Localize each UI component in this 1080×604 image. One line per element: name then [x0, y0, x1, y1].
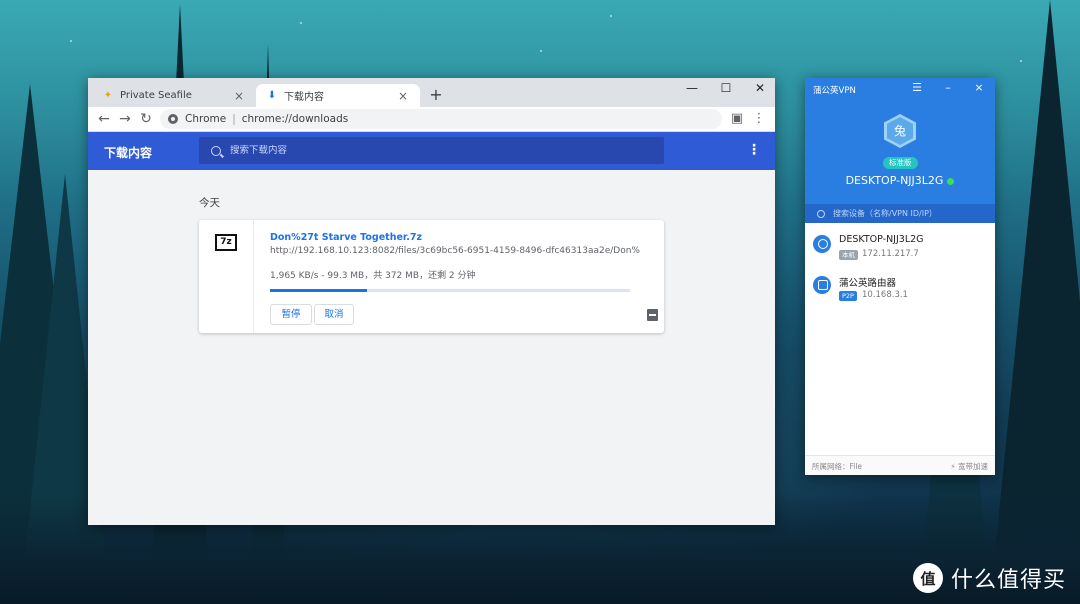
address-url: chrome://downloads: [241, 113, 349, 125]
vpn-footer: 所属网络：File ⚡ 宽带加速: [805, 455, 995, 475]
chrome-window: ✦ Private Seafile × ⬇ 下载内容 × + — ☐ ✕ ← →…: [88, 78, 775, 525]
address-bar[interactable]: Chrome | chrome://downloads: [160, 109, 722, 129]
vpn-search[interactable]: [805, 204, 995, 223]
more-options-icon[interactable]: ⋮: [747, 142, 761, 158]
device-ip: 10.168.3.1: [862, 290, 908, 300]
accel-label: 宽带加速: [958, 462, 988, 471]
menu-icon[interactable]: ⋮: [750, 109, 768, 129]
minimize-button[interactable]: –: [940, 81, 956, 94]
vpn-window: 蒲公英VPN ☰ – × 兔 标准版 DESKTOP-NJJ3L2G DESKT…: [805, 78, 995, 475]
device-name: DESKTOP-NJJ3L2G: [845, 174, 944, 187]
device-name: DESKTOP-NJJ3L2G: [839, 234, 924, 245]
download-progress-bar: [270, 289, 630, 292]
current-device: DESKTOP-NJJ3L2G: [805, 174, 995, 187]
back-icon[interactable]: ←: [94, 109, 114, 129]
progress-fill: [270, 289, 368, 292]
seafile-icon: ✦: [103, 90, 113, 101]
new-tab-button[interactable]: +: [426, 84, 446, 106]
forward-icon[interactable]: →: [115, 109, 135, 129]
page-title: 下载内容: [104, 146, 153, 160]
search-icon: [817, 209, 825, 218]
device-search-input[interactable]: [833, 209, 983, 218]
network-label: 所属网络：File: [812, 462, 863, 471]
minimize-button[interactable]: —: [675, 78, 709, 98]
smzdm-logo-icon: [912, 563, 943, 593]
file-name-link[interactable]: Don%27t Starve Together.7z: [270, 232, 422, 243]
watermark-text: 什么值得买: [950, 568, 1066, 593]
search-input[interactable]: [230, 145, 630, 156]
address-separator: |: [232, 113, 236, 125]
star: [610, 15, 612, 17]
broadband-accel-button[interactable]: ⚡ 宽带加速: [950, 461, 988, 472]
close-tab-icon[interactable]: ×: [232, 89, 246, 103]
download-item: 7z Don%27t Starve Together.7z http://192…: [199, 220, 664, 333]
file-url[interactable]: http://192.168.10.123:8082/files/3c69bc5…: [270, 246, 640, 256]
address-site: Chrome: [185, 113, 227, 125]
browser-toolbar: ← → ↻ Chrome | chrome://downloads ▣ ⋮: [88, 107, 775, 132]
device-ip: 172.11.217.7: [862, 249, 919, 259]
hamburger-menu-icon[interactable]: ☰: [909, 81, 925, 94]
router-icon: [813, 276, 831, 294]
downloads-header: 下载内容 ⋮: [88, 132, 775, 170]
date-label: 今天: [199, 197, 220, 209]
device-name: 蒲公英路由器: [839, 278, 897, 289]
downloads-search[interactable]: [199, 137, 664, 164]
device-list-item[interactable]: 蒲公英路由器 P2P 10.168.3.1: [805, 268, 995, 308]
tab-private-seafile[interactable]: ✦ Private Seafile ×: [92, 84, 256, 107]
download-icon: ⬇: [267, 90, 277, 101]
computer-icon: [813, 235, 831, 253]
close-button[interactable]: ×: [971, 81, 987, 94]
vpn-title: 蒲公英VPN: [813, 86, 856, 96]
pause-button[interactable]: 暂停: [270, 304, 312, 325]
star: [300, 22, 302, 24]
online-status-icon: [947, 177, 955, 185]
chrome-page-icon: [168, 114, 178, 124]
plan-badge: 标准版: [883, 157, 918, 169]
maximize-button[interactable]: ☐: [709, 78, 743, 98]
star: [540, 50, 542, 52]
downloads-page: 下载内容 ⋮ 今天 7z Don%27t Starve Together.7z …: [88, 132, 775, 525]
archive-icon[interactable]: [647, 309, 658, 321]
close-tab-icon[interactable]: ×: [396, 89, 410, 103]
device-tag: P2P: [839, 291, 857, 301]
vpn-header: 蒲公英VPN ☰ – × 兔 标准版 DESKTOP-NJJ3L2G: [805, 78, 995, 204]
search-icon: [211, 145, 221, 156]
file-icon-column: 7z: [199, 220, 254, 333]
watermark: 什么值得买: [912, 562, 1066, 594]
device-tag: 本机: [839, 250, 858, 260]
tab-label: Private Seafile: [120, 90, 192, 101]
download-status: 1,965 KB/s - 99.3 MB，共 372 MB，还剩 2 分钟: [270, 271, 476, 281]
tab-downloads[interactable]: ⬇ 下载内容 ×: [256, 84, 420, 107]
tab-strip: ✦ Private Seafile × ⬇ 下载内容 × + — ☐ ✕: [88, 78, 775, 107]
close-window-button[interactable]: ✕: [743, 78, 775, 98]
profile-icon[interactable]: ▣: [728, 109, 746, 129]
cancel-button[interactable]: 取消: [314, 304, 354, 325]
reload-icon[interactable]: ↻: [136, 109, 156, 129]
device-list-item[interactable]: DESKTOP-NJJ3L2G 本机 172.11.217.7: [805, 227, 995, 267]
star: [70, 40, 72, 42]
7z-file-icon: 7z: [215, 234, 237, 251]
tab-label: 下载内容: [284, 92, 324, 103]
